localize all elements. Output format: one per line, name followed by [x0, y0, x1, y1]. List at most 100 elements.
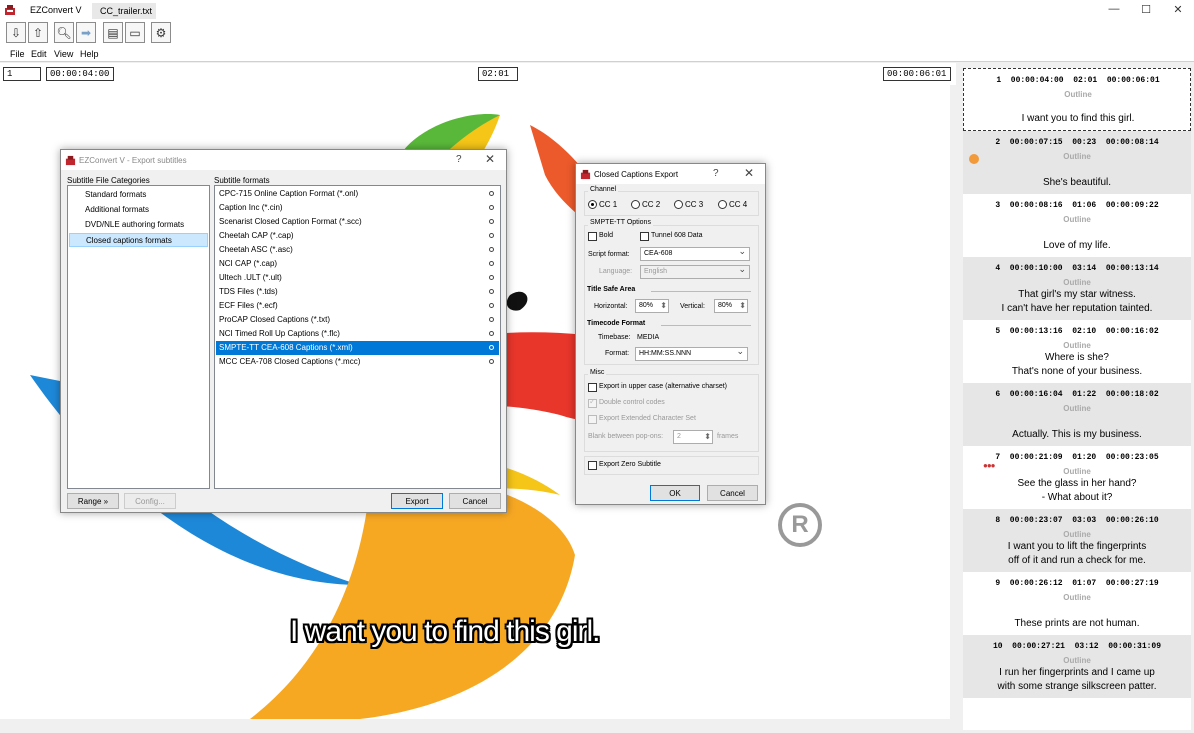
settings-button[interactable]: ⚙	[151, 22, 171, 43]
close-icon[interactable]: ✕	[744, 166, 754, 180]
export-button[interactable]: ⇧	[28, 22, 48, 43]
list-item[interactable]: NCI Timed Roll Up Captions (*.flc)	[216, 327, 499, 341]
language-label: Language:	[599, 268, 633, 275]
subtitle-item[interactable]: 8 00:00:23:07 03:03 00:00:26:10 Outline …	[963, 509, 1191, 572]
duration-field[interactable]: 02:01	[478, 67, 518, 81]
subtitle-item[interactable]: 5 00:00:13:16 02:10 00:00:16:02 Outline …	[963, 320, 1191, 383]
menu-edit[interactable]: Edit	[31, 49, 47, 59]
dialog-title: Closed Captions Export	[594, 170, 679, 179]
close-window-button[interactable]: ✕	[1168, 3, 1188, 16]
script-format-select[interactable]: CEA-608	[640, 246, 750, 261]
subtitle-item[interactable]: 9 00:00:26:12 01:07 00:00:27:19 Outline …	[963, 572, 1191, 635]
list-item[interactable]: CPC-715 Online Caption Format (*.onl)	[216, 187, 499, 201]
help-button[interactable]: ?	[456, 154, 462, 165]
ok-button[interactable]: OK	[650, 485, 700, 501]
subtitle-style: Outline	[1063, 341, 1091, 350]
subtitle-index-field[interactable]: 1	[3, 67, 41, 81]
cc4-label: CC 4	[729, 200, 748, 209]
minimize-button[interactable]: —	[1104, 3, 1124, 15]
cc3-label: CC 3	[685, 200, 704, 209]
bold-checkbox[interactable]	[588, 232, 597, 241]
list-item[interactable]: ProCAP Closed Captions (*.txt)	[216, 313, 499, 327]
double-codes-label: Double control codes	[599, 399, 665, 406]
list-item[interactable]: Cheetah CAP (*.cap)	[216, 229, 499, 243]
subtitle-text: Where is she? That's none of your busines…	[1011, 352, 1143, 377]
start-time-field[interactable]: 00:00:04:00	[46, 67, 114, 81]
list-item[interactable]: Additional formats	[69, 203, 208, 217]
frames-label: frames	[717, 433, 739, 440]
subtitle-item[interactable]: 10 00:00:27:21 03:12 00:00:31:09 Outline…	[963, 635, 1191, 698]
close-icon[interactable]: ✕	[485, 152, 495, 166]
list-item[interactable]: MCC CEA-708 Closed Captions (*.mcc)	[216, 355, 499, 369]
double-codes-checkbox[interactable]	[588, 397, 597, 408]
menu-help[interactable]: Help	[80, 49, 99, 59]
cancel-button[interactable]: Cancel	[449, 493, 501, 509]
cc2-radio[interactable]	[631, 200, 640, 209]
list-item[interactable]: NCI CAP (*.cap)	[216, 257, 499, 271]
list-item[interactable]: Closed captions formats	[69, 233, 208, 247]
subtitle-header: 3 00:00:08:16 01:06 00:00:09:22	[995, 201, 1159, 210]
search-icon: 🔍︎	[56, 25, 72, 40]
app-logo-icon	[580, 169, 591, 180]
tunnel-checkbox[interactable]	[640, 232, 649, 241]
cancel-button[interactable]: Cancel	[707, 485, 758, 501]
upper-case-checkbox[interactable]	[588, 383, 597, 392]
subtitle-item[interactable]: 3 00:00:08:16 01:06 00:00:09:22 Outline …	[963, 194, 1191, 257]
radio-icon	[489, 233, 494, 238]
categories-list[interactable]: Standard formats Additional formats DVD/…	[67, 185, 210, 489]
menu-file[interactable]: File	[10, 49, 25, 59]
list-item[interactable]: Cheetah ASC (*.asc)	[216, 243, 499, 257]
radio-icon	[489, 303, 494, 308]
list-item[interactable]: Ultech .ULT (*.ult)	[216, 271, 499, 285]
search-button[interactable]: 🔍︎	[54, 22, 74, 43]
vertical-spinner[interactable]: 80%	[714, 299, 748, 313]
help-button[interactable]: ?	[713, 168, 719, 179]
list-item[interactable]: Scenarist Closed Caption Format (*.scc)	[216, 215, 499, 229]
cc1-radio[interactable]	[588, 200, 597, 209]
formats-list[interactable]: CPC-715 Online Caption Format (*.onl) Ca…	[214, 185, 501, 489]
menu-bar: File Edit View Help	[0, 46, 1194, 62]
radio-icon	[489, 359, 494, 364]
blank-spinner[interactable]: 2	[673, 430, 713, 444]
cc4-radio[interactable]	[718, 200, 727, 209]
export-confirm-button[interactable]: Export	[391, 493, 443, 509]
subtitle-item[interactable]: 4 00:00:10:00 03:14 00:00:13:14 Outline …	[963, 257, 1191, 320]
radio-icon	[489, 345, 494, 350]
caption-view-button[interactable]: ▭	[125, 22, 145, 43]
menu-view[interactable]: View	[54, 49, 73, 59]
subtitle-item[interactable]: 1 00:00:04:00 02:01 00:00:06:01 Outline …	[963, 68, 1191, 131]
forward-button[interactable]: ➡	[76, 22, 96, 43]
end-time-field[interactable]: 00:00:06:01	[883, 67, 951, 81]
maximize-button[interactable]: ☐	[1136, 3, 1156, 16]
tab-document[interactable]: CC_trailer.txt	[92, 3, 156, 19]
list-item-selected[interactable]: SMPTE-TT CEA-608 Captions (*.xml)	[216, 341, 499, 355]
subtitle-text: I want you to find this girl.	[1021, 113, 1135, 124]
subtitle-header: 6 00:00:16:04 01:22 00:00:18:02	[995, 390, 1159, 399]
smpte-group	[584, 225, 759, 365]
subtitle-item[interactable]: 6 00:00:16:04 01:22 00:00:18:02 Outline …	[963, 383, 1191, 446]
subtitle-view-button[interactable]: ▤	[103, 22, 123, 43]
horizontal-spinner[interactable]: 80%	[635, 299, 669, 313]
radio-icon	[489, 331, 494, 336]
divider	[661, 325, 751, 326]
radio-icon	[489, 219, 494, 224]
import-button[interactable]: ⇩	[6, 22, 26, 43]
list-item[interactable]: DVD/NLE authoring formats	[69, 218, 208, 232]
list-item[interactable]: Caption Inc (*.cin)	[216, 201, 499, 215]
list-item[interactable]: Standard formats	[69, 188, 208, 202]
config-button[interactable]: Config...	[124, 493, 176, 509]
timecode-format-label: Timecode Format	[587, 320, 646, 327]
cc3-radio[interactable]	[674, 200, 683, 209]
range-button[interactable]: Range »	[67, 493, 119, 509]
list-item[interactable]: TDS Files (*.tds)	[216, 285, 499, 299]
zero-subtitle-checkbox[interactable]	[588, 461, 597, 470]
extended-charset-checkbox[interactable]	[588, 415, 597, 424]
timecode-format-select[interactable]: HH:MM:SS.NNN	[635, 346, 748, 361]
horizontal-label: Horizontal:	[594, 303, 628, 310]
subtitle-item[interactable]: 2 00:00:07:15 00:23 00:00:08:14 Outline …	[963, 131, 1191, 194]
blank-label: Blank between pop-ons:	[588, 433, 664, 440]
language-select[interactable]: English	[640, 264, 750, 279]
subtitle-item[interactable]: ●●● 7 00:00:21:09 01:20 00:00:23:05 Outl…	[963, 446, 1191, 509]
list-item[interactable]: ECF Files (*.ecf)	[216, 299, 499, 313]
subtitle-header: 8 00:00:23:07 03:03 00:00:26:10	[995, 516, 1159, 525]
